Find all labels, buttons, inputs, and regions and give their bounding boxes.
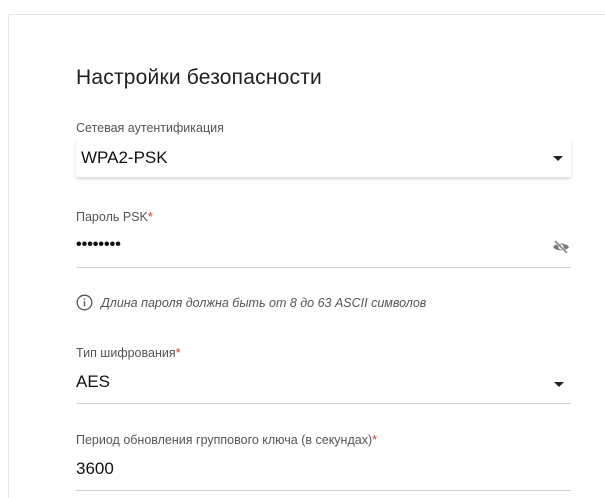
rekey-underline <box>76 490 571 491</box>
psk-input[interactable]: •••••••• <box>76 236 121 254</box>
chevron-down-icon <box>553 156 563 161</box>
required-mark: * <box>147 210 153 224</box>
password-hint: Длина пароля должна быть от 8 до 63 ASCI… <box>76 294 426 311</box>
rekey-label: Период обновления группового ключа (в се… <box>76 433 377 447</box>
encryption-label-text: Тип шифрования <box>76 346 176 360</box>
encryption-underline <box>76 403 571 404</box>
auth-select-value: WPA2-PSK <box>81 148 168 167</box>
visibility-off-icon[interactable] <box>552 240 570 254</box>
required-mark: * <box>175 346 181 360</box>
auth-label: Сетевая аутентификация <box>76 121 224 135</box>
psk-underline <box>76 267 571 268</box>
encryption-select-value[interactable]: AES <box>76 372 110 392</box>
psk-label-text: Пароль PSK <box>76 210 148 224</box>
auth-label-text: Сетевая аутентификация <box>76 121 224 135</box>
chevron-down-icon[interactable] <box>554 382 564 387</box>
rekey-input[interactable]: 3600 <box>76 459 114 479</box>
section-title: Настройки безопасности <box>76 66 322 89</box>
rekey-label-text: Период обновления группового ключа (в се… <box>76 433 373 447</box>
hint-text: Длина пароля должна быть от 8 до 63 ASCI… <box>101 295 427 310</box>
info-icon <box>76 294 93 311</box>
required-mark: * <box>372 433 377 447</box>
auth-select[interactable]: WPA2-PSK <box>76 139 571 177</box>
encryption-label: Тип шифрования* <box>76 346 181 360</box>
psk-label: Пароль PSK* <box>76 210 153 224</box>
